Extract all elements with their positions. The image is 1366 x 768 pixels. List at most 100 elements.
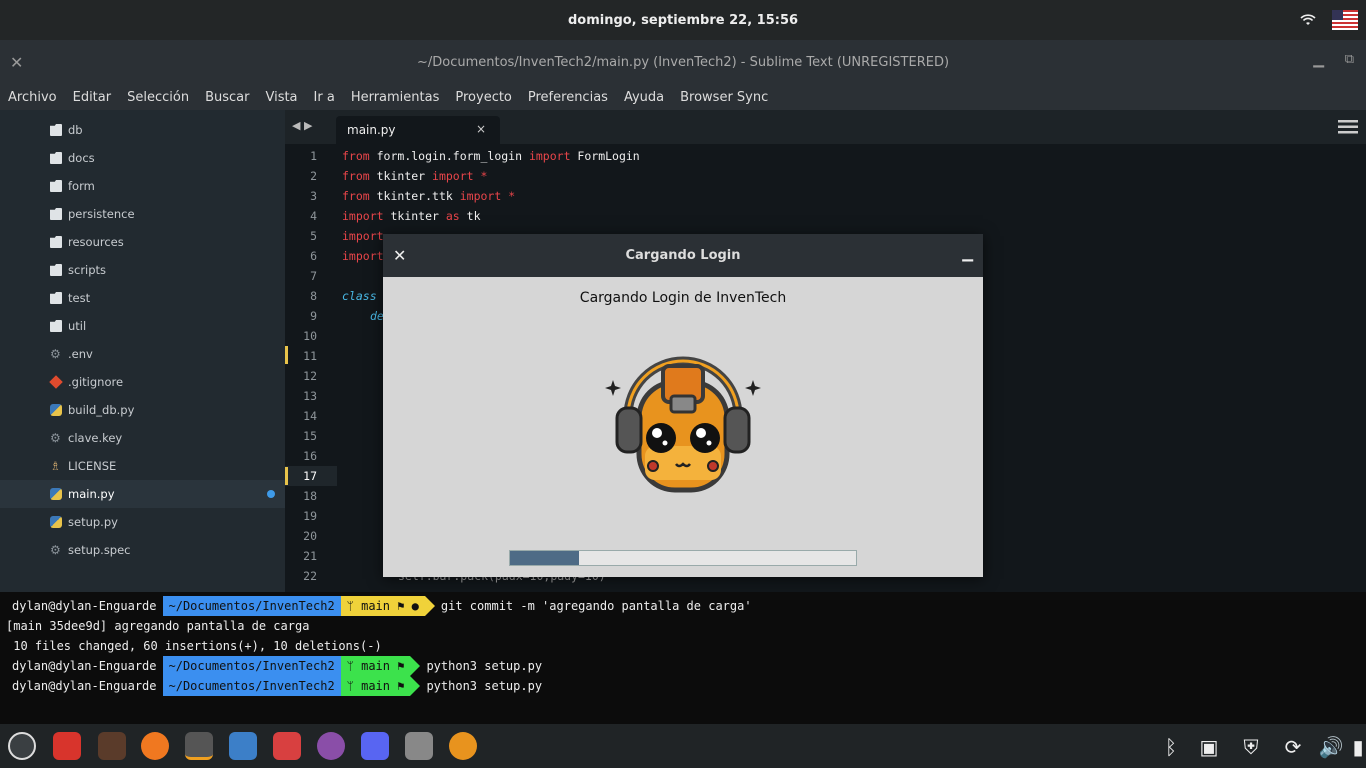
sidebar-item-build-db[interactable]: build_db.py: [0, 396, 285, 424]
linux-mint-menu-icon[interactable]: [8, 732, 36, 760]
sidebar-item-db[interactable]: db: [0, 116, 285, 144]
sidebar-item-label: test: [68, 291, 91, 305]
folder-icon: [50, 292, 62, 304]
minimize-icon[interactable]: ▁: [962, 246, 973, 262]
menu-icon[interactable]: [1338, 120, 1358, 134]
menu-ayuda[interactable]: Ayuda: [624, 90, 664, 105]
close-icon[interactable]: ✕: [10, 53, 23, 72]
prompt-user: dylan@dylan-Enguarde: [0, 596, 163, 616]
obs-icon[interactable]: [317, 732, 345, 760]
menu-vista[interactable]: Vista: [265, 90, 297, 105]
dialog-titlebar: ✕ Cargando Login ▁: [383, 234, 983, 277]
menu-editar[interactable]: Editar: [73, 90, 112, 105]
database-icon[interactable]: [405, 732, 433, 760]
battery-icon[interactable]: ▮: [1352, 734, 1364, 760]
window-titlebar: ✕ ~/Documentos/InvenTech2/main.py (Inven…: [0, 40, 1366, 84]
sidebar-item-clave-key[interactable]: ⚙ clave.key: [0, 424, 285, 452]
menu-proyecto[interactable]: Proyecto: [455, 90, 512, 105]
sidebar-item-label: form: [68, 179, 95, 193]
line-number: 11: [303, 349, 317, 363]
sidebar-item-main-py[interactable]: main.py: [0, 480, 285, 508]
sidebar-item-persistence[interactable]: persistence: [0, 200, 285, 228]
menu-archivo[interactable]: Archivo: [8, 90, 57, 105]
clock[interactable]: domingo, septiembre 22, 15:56: [568, 13, 798, 28]
menu-ir-a[interactable]: Ir a: [314, 90, 335, 105]
gear-icon: ⚙: [50, 347, 61, 361]
maximize-icon[interactable]: ⧉: [1345, 52, 1354, 67]
line-number: 12: [303, 369, 317, 383]
line-number: 20: [303, 529, 317, 543]
close-icon[interactable]: ✕: [393, 246, 406, 265]
update-icon[interactable]: ⟳: [1280, 734, 1306, 760]
sidebar-item-util[interactable]: util: [0, 312, 285, 340]
sidebar-item-docs[interactable]: docs: [0, 144, 285, 172]
line-number: 16: [303, 449, 317, 463]
files-icon[interactable]: [53, 732, 81, 760]
sidebar-item-env[interactable]: ⚙ .env: [0, 340, 285, 368]
sidebar-item-label: .env: [68, 347, 93, 361]
line-number: 15: [303, 429, 317, 443]
code-line[interactable]: import tkinter as tk: [342, 209, 481, 223]
tab-close-icon[interactable]: ×: [476, 122, 486, 136]
python-icon: [50, 488, 62, 500]
gitkraken-icon[interactable]: [273, 732, 301, 760]
shield-icon[interactable]: ⛨: [1238, 734, 1264, 760]
prompt-user: dylan@dylan-Enguarde: [0, 676, 163, 696]
sidebar-item-label: main.py: [68, 487, 115, 501]
inventech-app-icon[interactable]: [449, 732, 477, 760]
sidebar-item-label: setup.py: [68, 515, 118, 529]
code-line[interactable]: from tkinter import *: [342, 169, 487, 183]
menu-buscar[interactable]: Buscar: [205, 90, 249, 105]
prompt-git-branch: ᛘ main ⚑: [340, 656, 411, 676]
line-number: 5: [310, 229, 317, 243]
top-panel: domingo, septiembre 22, 15:56: [0, 0, 1366, 40]
sidebar-item-gitignore[interactable]: .gitignore: [0, 368, 285, 396]
code-line[interactable]: from tkinter.ttk import *: [342, 189, 515, 203]
minimize-icon[interactable]: ▁: [1313, 52, 1324, 68]
code-line[interactable]: from form.login.form_login import FormLo…: [342, 149, 640, 163]
modified-dot: [267, 490, 275, 498]
folder-icon: [50, 236, 62, 248]
line-number: 3: [310, 189, 317, 203]
code-line[interactable]: import: [342, 229, 384, 243]
tab-main-py[interactable]: main.py ×: [336, 116, 500, 144]
terminal-line: dylan@dylan-Enguarde ~/Documentos/InvenT…: [0, 676, 542, 696]
terminal-panel[interactable]: dylan@dylan-Enguarde ~/Documentos/InvenT…: [0, 592, 1366, 724]
prompt-git-branch: ᛘ main ⚑: [340, 676, 411, 696]
terminal-line: dylan@dylan-Enguarde ~/Documentos/InvenT…: [0, 656, 542, 676]
menu-bar: Archivo Editar Selección Buscar Vista Ir…: [0, 84, 1366, 110]
sidebar-item-setup-spec[interactable]: ⚙ setup.spec: [0, 536, 285, 564]
us-flag-icon[interactable]: [1332, 10, 1358, 30]
terminal-icon[interactable]: [98, 732, 126, 760]
line-number: 14: [303, 409, 317, 423]
sidebar-item-setup-py[interactable]: setup.py: [0, 508, 285, 536]
line-number: 9: [310, 309, 317, 323]
terminal-output: 10 files changed, 60 insertions(+), 10 d…: [6, 639, 382, 653]
menu-herramientas[interactable]: Herramientas: [351, 90, 440, 105]
clipboard-icon[interactable]: ▣: [1196, 734, 1222, 760]
discord-icon[interactable]: [361, 732, 389, 760]
tab-label: main.py: [347, 123, 396, 137]
sidebar-item-scripts[interactable]: scripts: [0, 256, 285, 284]
volume-icon[interactable]: 🔊: [1318, 734, 1344, 760]
code-line[interactable]: class: [342, 289, 377, 303]
bluetooth-icon[interactable]: ᛒ: [1158, 734, 1184, 760]
line-number: 10: [303, 329, 317, 343]
folder-icon: [50, 124, 62, 136]
menu-browser-sync[interactable]: Browser Sync: [680, 90, 768, 105]
wifi-icon[interactable]: [1300, 12, 1316, 28]
menu-seleccion[interactable]: Selección: [127, 90, 189, 105]
sidebar-item-test[interactable]: test: [0, 284, 285, 312]
menu-preferencias[interactable]: Preferencias: [528, 90, 608, 105]
tab-nav-arrows-icon[interactable]: ◀ ▶: [292, 119, 312, 132]
sidebar-item-resources[interactable]: resources: [0, 228, 285, 256]
sublime-text-icon[interactable]: [185, 732, 213, 760]
screenshot-icon[interactable]: [229, 732, 257, 760]
sidebar-item-license[interactable]: ♗ LICENSE: [0, 452, 285, 480]
prompt-arrow: [424, 596, 435, 616]
line-number: 18: [303, 489, 317, 503]
firefox-icon[interactable]: [141, 732, 169, 760]
sidebar-item-form[interactable]: form: [0, 172, 285, 200]
code-line[interactable]: de: [370, 309, 384, 323]
code-line[interactable]: import: [342, 249, 384, 263]
